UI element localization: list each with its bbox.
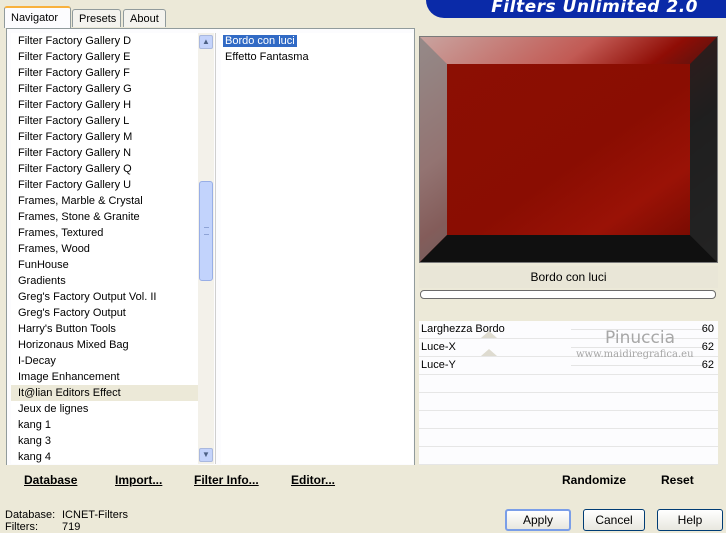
preview-graphic (420, 37, 717, 262)
tab-about[interactable]: About (123, 9, 166, 27)
parameter-name: Luce-X (421, 341, 456, 353)
scroll-thumb[interactable] (199, 181, 213, 281)
parameter-name: Luce-Y (421, 359, 456, 371)
category-item[interactable]: kang 1 (11, 417, 214, 433)
category-item[interactable]: Frames, Stone & Granite (11, 209, 214, 225)
apply-button[interactable]: Apply (505, 509, 571, 531)
category-item[interactable]: Harry's Button Tools (11, 321, 214, 337)
empty-parameter-row (419, 393, 718, 411)
scroll-down-button[interactable]: ▼ (199, 448, 213, 462)
tab-strip: Navigator Presets About (4, 6, 424, 28)
category-items: Filter Factory Gallery D Filter Factory G… (11, 33, 214, 464)
empty-parameter-row (419, 429, 718, 447)
tab-navigator[interactable]: Navigator (4, 6, 71, 28)
category-scrollbar[interactable]: ▲ ▼ (198, 33, 214, 464)
import-button[interactable]: Import... (115, 473, 162, 487)
filter-items: Bordo con luci Effetto Fantasma (221, 33, 413, 65)
navigator-button-bar: Database Import... Filter Info... Editor… (6, 465, 415, 493)
empty-parameter-row (419, 375, 718, 393)
slider-knob-icon[interactable] (481, 349, 497, 356)
reset-button[interactable]: Reset (661, 473, 694, 487)
brand-title: Filters Unlimited 2.0 (491, 0, 698, 17)
category-item[interactable]: It@lian Editors Effect (11, 385, 214, 401)
preview-image (419, 36, 718, 263)
progress-bar (420, 290, 716, 299)
filter-item-label: Effetto Fantasma (225, 51, 309, 63)
category-item[interactable]: Gradients (11, 273, 214, 289)
brand-banner: Filters Unlimited 2.0 (426, 0, 726, 18)
navigator-panel: Filter Factory Gallery D Filter Factory G… (6, 28, 415, 466)
slider-knob-icon[interactable] (481, 331, 497, 338)
watermark-name: Pinuccia (605, 328, 675, 348)
tab-presets[interactable]: Presets (72, 9, 121, 27)
category-item[interactable]: Filter Factory Gallery D (11, 33, 214, 49)
preview-button-bar: Randomize Reset (419, 465, 718, 493)
preview-filter-name: Bordo con luci (419, 266, 718, 288)
parameter-value: 62 (701, 359, 714, 371)
database-label: Database: (5, 509, 56, 521)
category-item[interactable]: Frames, Textured (11, 225, 214, 241)
category-item[interactable]: Horizonaus Mixed Bag (11, 337, 214, 353)
category-item[interactable]: Greg's Factory Output Vol. II (11, 289, 214, 305)
category-item[interactable]: Filter Factory Gallery Q (11, 161, 214, 177)
parameter-value: 62 (701, 341, 714, 353)
category-item[interactable]: Filter Factory Gallery M (11, 129, 214, 145)
category-item[interactable]: Greg's Factory Output (11, 305, 214, 321)
empty-parameter-row (419, 447, 718, 465)
category-item[interactable]: Image Enhancement (11, 369, 214, 385)
editor-button[interactable]: Editor... (291, 473, 335, 487)
scroll-up-button[interactable]: ▲ (199, 35, 213, 49)
category-item[interactable]: Jeux de lignes (11, 401, 214, 417)
category-item[interactable]: FunHouse (11, 257, 214, 273)
empty-parameter-row (419, 411, 718, 429)
parameter-value: 60 (701, 323, 714, 335)
grip-icon (204, 227, 209, 235)
category-item[interactable]: kang 4 (11, 449, 214, 464)
list-divider (215, 33, 216, 464)
database-value: ICNET-Filters (62, 509, 128, 521)
filter-item-label: Bordo con luci (223, 35, 297, 47)
database-button[interactable]: Database (24, 473, 77, 487)
filter-item[interactable]: Effetto Fantasma (221, 49, 413, 65)
watermark-url: www.maidiregrafica.eu (576, 349, 694, 360)
category-item[interactable]: Filter Factory Gallery F (11, 65, 214, 81)
filter-item[interactable]: Bordo con luci (221, 33, 413, 49)
category-list[interactable]: Filter Factory Gallery D Filter Factory G… (11, 33, 214, 464)
filter-list[interactable]: Bordo con luci Effetto Fantasma (221, 33, 413, 464)
category-item[interactable]: Filter Factory Gallery L (11, 113, 214, 129)
category-item[interactable]: Filter Factory Gallery E (11, 49, 214, 65)
cancel-button[interactable]: Cancel (583, 509, 645, 531)
category-item[interactable]: kang 3 (11, 433, 214, 449)
filters-label: Filters: (5, 521, 38, 533)
database-info: Database: ICNET-Filters Filters: 719 (5, 509, 128, 533)
filter-info-button[interactable]: Filter Info... (194, 473, 259, 487)
category-item[interactable]: I-Decay (11, 353, 214, 369)
parameter-slider-track[interactable] (571, 365, 711, 366)
randomize-button[interactable]: Randomize (562, 473, 626, 487)
category-item[interactable]: Frames, Wood (11, 241, 214, 257)
category-item[interactable]: Filter Factory Gallery U (11, 177, 214, 193)
category-item[interactable]: Filter Factory Gallery G (11, 81, 214, 97)
help-button[interactable]: Help (657, 509, 723, 531)
category-item[interactable]: Frames, Marble & Crystal (11, 193, 214, 209)
category-item[interactable]: Filter Factory Gallery N (11, 145, 214, 161)
filters-count: 719 (62, 521, 81, 533)
category-item[interactable]: Filter Factory Gallery H (11, 97, 214, 113)
